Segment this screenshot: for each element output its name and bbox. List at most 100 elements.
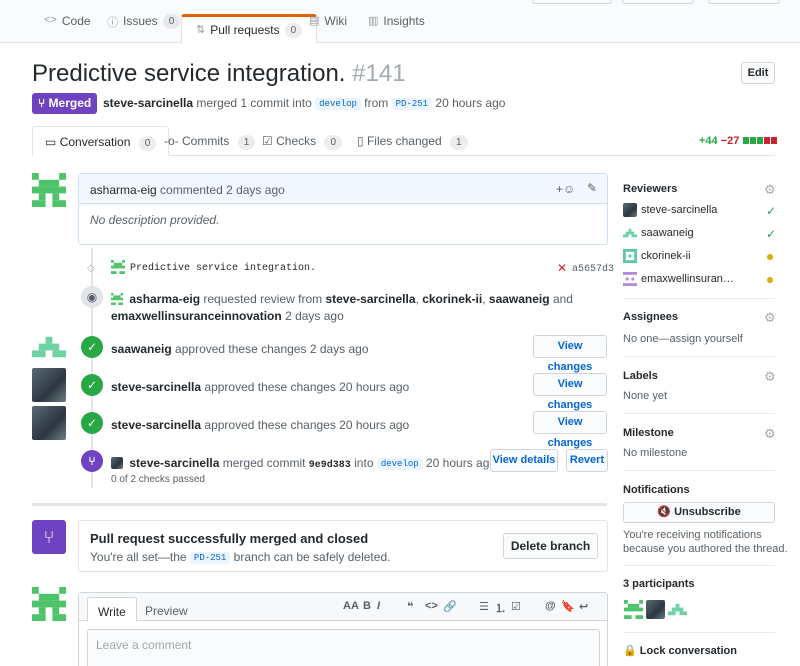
tab-issues[interactable]: ⓘ Issues 0 bbox=[107, 14, 181, 44]
tab-checks[interactable]: ☑ Checks 0 bbox=[262, 126, 343, 156]
tab-commits[interactable]: -o- Commits 1 bbox=[164, 126, 256, 156]
sidebar-divider bbox=[623, 470, 775, 471]
link-icon[interactable]: 🔗 bbox=[443, 600, 457, 613]
text-size-icon[interactable]: AA bbox=[343, 600, 359, 612]
mention-icon[interactable]: @ bbox=[545, 600, 556, 612]
participant-avatar[interactable] bbox=[624, 600, 643, 619]
view-changes-button[interactable]: View changes bbox=[533, 373, 607, 411]
file-diff-icon: ▯ bbox=[357, 134, 364, 148]
gear-icon[interactable]: ⚙ bbox=[764, 369, 776, 385]
bold-icon[interactable]: B bbox=[363, 600, 371, 612]
x-icon[interactable]: ✕ bbox=[557, 261, 567, 275]
pull-requests-count: 0 bbox=[284, 23, 303, 38]
comment-textarea[interactable]: Leave a comment bbox=[87, 629, 600, 666]
reviewer-name[interactable]: steve-sarcinella bbox=[641, 204, 717, 216]
write-tab[interactable]: Write bbox=[87, 597, 137, 622]
italic-icon[interactable]: I bbox=[377, 600, 380, 612]
edit-button[interactable]: Edit bbox=[741, 62, 775, 84]
reviewer-name[interactable]: saawaneig bbox=[641, 227, 694, 239]
pr-merged-text: merged 1 commit into bbox=[196, 96, 312, 110]
merger-link[interactable]: steve-sarcinella bbox=[129, 456, 219, 470]
milestone-title: Milestone bbox=[623, 427, 674, 439]
tab-commits-label: Commits bbox=[182, 134, 230, 148]
head-branch[interactable]: PD-251 bbox=[391, 98, 433, 110]
merge-sha[interactable]: 9e9d383 bbox=[309, 460, 351, 471]
view-changes-button[interactable]: View changes bbox=[533, 335, 607, 373]
avatar-asharma-eig[interactable] bbox=[32, 173, 66, 207]
comment-header: asharma-eig commented 2 days ago +☺ ✎ bbox=[79, 174, 607, 204]
star-button[interactable] bbox=[622, 0, 694, 4]
tab-insights[interactable]: ▥ Insights bbox=[368, 14, 425, 44]
view-changes-button[interactable]: View changes bbox=[533, 411, 607, 449]
preview-tab[interactable]: Preview bbox=[135, 597, 198, 622]
tab-conversation[interactable]: ▭ Conversation 0 bbox=[32, 126, 170, 156]
delete-branch-button[interactable]: Delete branch bbox=[503, 533, 598, 559]
checks-status[interactable]: 0 of 2 checks passed bbox=[111, 474, 205, 485]
tab-pull-requests[interactable]: ⇅ Pull requests 0 bbox=[181, 14, 318, 44]
bullet-list-icon[interactable]: ☰ bbox=[479, 600, 489, 613]
avatar-saawaneig[interactable] bbox=[32, 330, 66, 364]
reviewer-link[interactable]: steve-sarcinella bbox=[325, 292, 415, 306]
approver-link[interactable]: steve-sarcinella bbox=[111, 418, 201, 432]
fork-button[interactable] bbox=[708, 0, 780, 4]
quote-icon[interactable]: ❝ bbox=[407, 600, 413, 613]
requester-link[interactable]: asharma-eig bbox=[129, 292, 200, 306]
comment-author-link[interactable]: asharma-eig bbox=[90, 183, 157, 197]
reviewer-link[interactable]: ckorinek-ii bbox=[422, 292, 482, 306]
pencil-icon[interactable]: ✎ bbox=[587, 181, 597, 195]
commit-sha[interactable]: a5657d3 bbox=[572, 264, 614, 275]
reviewer-avatar bbox=[623, 249, 637, 263]
assign-yourself-link[interactable]: No one—assign yourself bbox=[623, 333, 743, 345]
merge-branch[interactable]: develop bbox=[376, 458, 423, 470]
diffstat: +44 −27 bbox=[699, 135, 778, 147]
merged-branch[interactable]: PD-251 bbox=[189, 552, 231, 564]
view-details-button[interactable]: View details bbox=[490, 449, 558, 472]
watch-button[interactable] bbox=[532, 0, 612, 4]
unsubscribe-button[interactable]: 🔇 Unsubscribe bbox=[623, 502, 775, 523]
tab-files-changed[interactable]: ▯ Files changed 1 bbox=[357, 126, 468, 156]
comment-editor: Write Preview AA B I ❝ <> 🔗 ☰ ⒈ ☑ @ 🔖 ↩ … bbox=[78, 592, 608, 666]
revert-button[interactable]: Revert bbox=[566, 449, 608, 472]
avatar-steve-sarcinella[interactable] bbox=[32, 368, 66, 402]
numbered-list-icon[interactable]: ⒈ bbox=[495, 600, 506, 616]
gear-icon[interactable]: ⚙ bbox=[764, 426, 776, 442]
reviewer-name[interactable]: emaxwellinsuran… bbox=[641, 273, 734, 285]
commit-author-avatar bbox=[111, 260, 125, 274]
avatar-steve-sarcinella[interactable] bbox=[32, 406, 66, 440]
task-list-icon[interactable]: ☑ bbox=[511, 600, 521, 613]
tab-wiki[interactable]: ▤ Wiki bbox=[309, 14, 347, 44]
reaction-icon[interactable]: +☺ bbox=[556, 182, 575, 196]
approver-link[interactable]: steve-sarcinella bbox=[111, 380, 201, 394]
tab-wiki-label: Wiki bbox=[324, 14, 348, 28]
merge-icon: ⑂ bbox=[81, 450, 103, 472]
bookmark-icon[interactable]: 🔖 bbox=[561, 600, 575, 613]
code-icon[interactable]: <> bbox=[425, 600, 438, 612]
sidebar-divider bbox=[623, 565, 775, 566]
reply-icon[interactable]: ↩ bbox=[579, 600, 588, 613]
pr-title: Predictive service integration. bbox=[32, 60, 346, 87]
commit-message[interactable]: Predictive service integration. bbox=[130, 263, 316, 274]
approval-row: saawaneig approved these changes 2 days … bbox=[111, 342, 369, 356]
pr-author-link[interactable]: steve-sarcinella bbox=[103, 96, 193, 110]
participant-avatar[interactable] bbox=[646, 600, 665, 619]
participant-avatar[interactable] bbox=[668, 600, 687, 619]
sidebar-divider bbox=[623, 413, 775, 414]
lock-conversation-link[interactable]: 🔒 Lock conversation bbox=[623, 644, 737, 657]
merge-status-text: You're all set—the PD-251 branch can be … bbox=[90, 550, 390, 564]
files-changed-count: 1 bbox=[450, 135, 468, 150]
avatar-current-user[interactable] bbox=[32, 587, 66, 621]
tab-conversation-label: Conversation bbox=[59, 135, 131, 149]
gear-icon[interactable]: ⚙ bbox=[764, 182, 776, 198]
base-branch[interactable]: develop bbox=[315, 98, 361, 110]
gear-icon[interactable]: ⚙ bbox=[764, 310, 776, 326]
check-icon: ✓ bbox=[81, 374, 103, 396]
tab-code[interactable]: <> Code bbox=[44, 14, 91, 44]
reviewer-link[interactable]: emaxwellinsuranceinnovation bbox=[111, 309, 282, 323]
wiki-icon: ▤ bbox=[309, 15, 320, 27]
notifications-title: Notifications bbox=[623, 484, 690, 496]
reviewer-link[interactable]: saawaneig bbox=[489, 292, 550, 306]
into-text: into bbox=[354, 456, 374, 470]
reviewer-name[interactable]: ckorinek-ii bbox=[641, 250, 691, 262]
approver-link[interactable]: saawaneig bbox=[111, 342, 172, 356]
tab-files-changed-label: Files changed bbox=[366, 134, 442, 148]
